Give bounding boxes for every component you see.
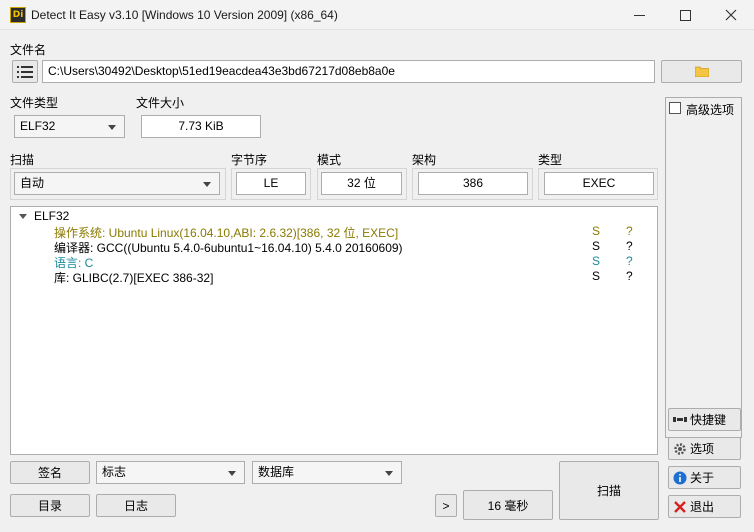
file-path-input[interactable]: C:\Users\30492\Desktop\51ed19eacdea43e3b… [42, 60, 655, 83]
chevron-down-icon [108, 125, 116, 130]
maximize-icon [679, 9, 691, 21]
log-button[interactable]: 日志 [96, 494, 176, 517]
endianness-value: LE [236, 172, 306, 195]
result-os-flag: S [592, 224, 601, 238]
flags-select[interactable]: 标志 [96, 461, 245, 484]
directory-button[interactable]: 目录 [10, 494, 90, 517]
window-title: Detect It Easy v3.10 [Windows 10 Version… [31, 8, 338, 22]
gear-icon [674, 442, 686, 455]
minimize-icon [633, 14, 645, 16]
tree-root-item[interactable]: ELF32 [34, 209, 69, 223]
about-button[interactable]: 关于 [668, 466, 741, 489]
file-size-label: 文件大小 [136, 96, 185, 110]
result-language-flag: S [592, 254, 601, 268]
chevron-down-icon [385, 471, 393, 476]
database-select[interactable]: 数据库 [252, 461, 402, 484]
options-label: 选项 [690, 442, 715, 456]
file-menu-button[interactable] [12, 60, 38, 83]
result-library-info[interactable]: ? [626, 269, 633, 283]
scan-button[interactable]: 扫描 [559, 461, 659, 520]
file-type-label: 文件类型 [10, 96, 59, 110]
mode-value: 32 位 [321, 172, 402, 195]
result-os-info[interactable]: ? [626, 224, 633, 238]
endianness-label: 字节序 [231, 153, 268, 167]
chevron-down-icon [203, 182, 211, 187]
advanced-checkbox[interactable] [669, 102, 681, 114]
type-value: EXEC [544, 172, 654, 195]
exit-x-icon [674, 500, 686, 513]
close-button[interactable] [708, 0, 754, 30]
results-tree[interactable]: ELF32 操作系统: Ubuntu Linux(16.04.10,ABI: 2… [10, 206, 658, 455]
signature-button[interactable]: 签名 [10, 461, 90, 484]
open-file-button[interactable] [661, 60, 742, 83]
more-button[interactable]: > [435, 494, 457, 517]
database-value: 数据库 [258, 465, 295, 479]
result-language-info[interactable]: ? [626, 254, 633, 268]
keyboard-icon [673, 416, 687, 422]
folder-icon [694, 66, 709, 77]
file-type-select[interactable]: ELF32 [14, 115, 125, 138]
right-side-panel [665, 97, 742, 438]
minimize-button[interactable] [616, 0, 662, 30]
file-name-label: 文件名 [10, 43, 47, 57]
about-label: 关于 [690, 471, 715, 485]
app-logo-icon: Di [10, 7, 26, 23]
type-label: 类型 [538, 153, 563, 167]
file-type-value: ELF32 [20, 119, 56, 133]
info-icon [673, 471, 687, 484]
result-compiler-info[interactable]: ? [626, 239, 633, 253]
result-library[interactable]: 库: GLIBC(2.7)[EXEC 386-32] [54, 269, 213, 286]
scan-mode-select[interactable]: 自动 [14, 172, 220, 195]
exit-button[interactable]: 退出 [668, 495, 741, 518]
scan-time-display: 16 毫秒 [463, 490, 553, 520]
shortcuts-button[interactable]: 快捷键 [668, 408, 741, 431]
arch-value: 386 [418, 172, 528, 195]
options-button[interactable]: 选项 [668, 437, 741, 460]
mode-label: 模式 [317, 153, 342, 167]
advanced-label: 高级选项 [686, 103, 735, 117]
result-compiler[interactable]: 编译器: GCC((Ubuntu 5.4.0-6ubuntu1~16.04.10… [54, 239, 403, 256]
expand-arrow-icon[interactable] [19, 214, 27, 219]
result-library-flag: S [592, 269, 601, 283]
maximize-button[interactable] [662, 0, 708, 30]
close-icon [725, 9, 737, 21]
hamburger-menu-icon [17, 65, 33, 78]
scan-label: 扫描 [10, 153, 35, 167]
arch-label: 架构 [412, 153, 437, 167]
chevron-down-icon [228, 471, 236, 476]
result-compiler-flag: S [592, 239, 601, 253]
file-size-value: 7.73 KiB [141, 115, 261, 138]
title-bar: Di Detect It Easy v3.10 [Windows 10 Vers… [0, 0, 754, 30]
shortcuts-label: 快捷键 [690, 413, 727, 427]
exit-label: 退出 [690, 500, 715, 514]
scan-mode-value: 自动 [20, 176, 45, 190]
flags-value: 标志 [102, 465, 127, 479]
